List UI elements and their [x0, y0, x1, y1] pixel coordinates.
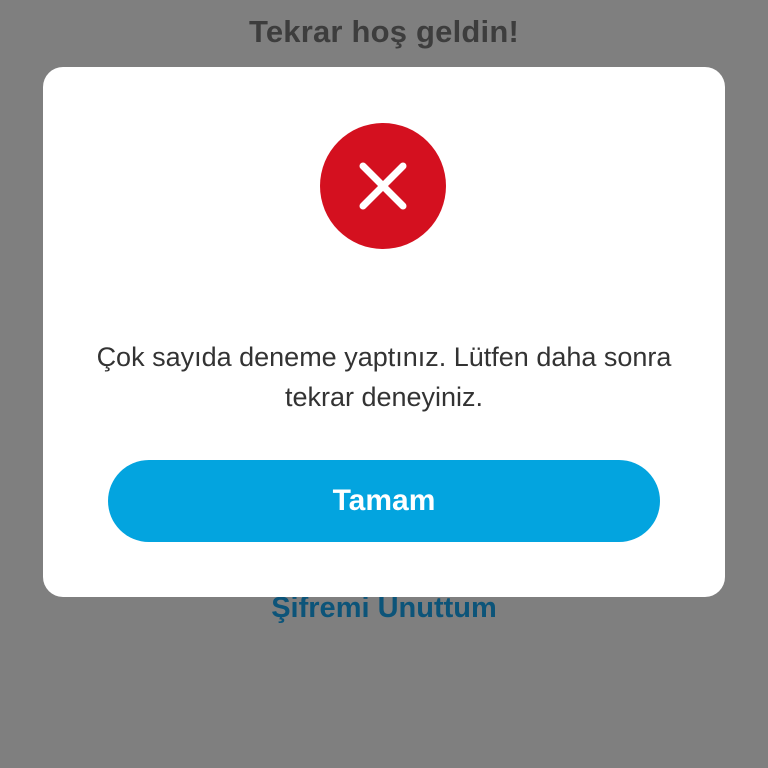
error-dialog: Çok sayıda deneme yaptınız. Lütfen daha …: [43, 67, 725, 597]
page-title: Tekrar hoş geldin!: [248, 14, 520, 49]
close-x-glyph: [359, 162, 407, 210]
error-message: Çok sayıda deneme yaptınız. Lütfen daha …: [96, 342, 672, 412]
error-x-icon: [320, 123, 446, 249]
ok-button[interactable]: Tamam: [108, 460, 660, 542]
